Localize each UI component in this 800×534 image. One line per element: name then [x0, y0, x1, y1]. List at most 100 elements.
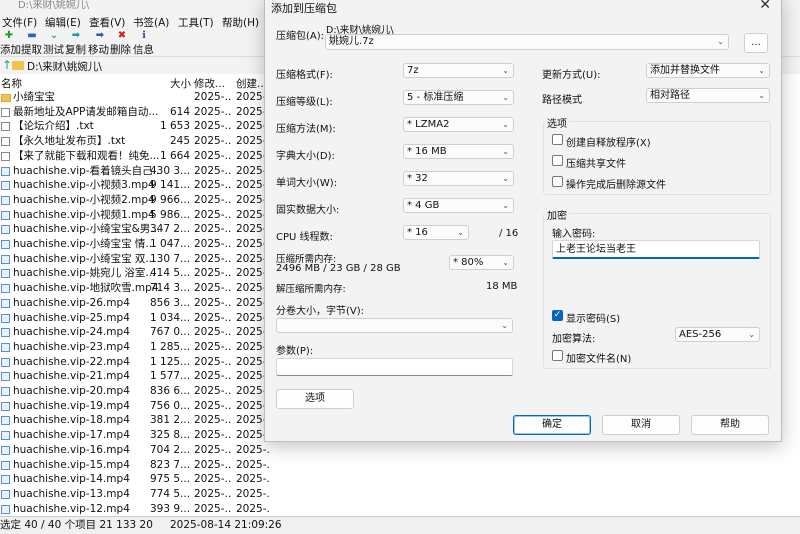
file-name: 【永久地址发布页】.txt [13, 135, 126, 148]
chevron-down-icon: ⌄ [457, 228, 464, 237]
add-to-archive-dialog: 添加到压缩包 ✕ 压缩包(A): D:\来财\姚婉儿\ 姚婉儿.7z ⌄ ...… [264, 0, 782, 442]
menu-edit[interactable]: 编辑(E) [45, 15, 81, 30]
menu-file[interactable]: 文件(F) [2, 15, 37, 30]
file-row[interactable]: 小绮宝宝2025-...2025-... [0, 90, 270, 105]
file-size: 325 8... [150, 429, 190, 442]
params-input[interactable] [276, 358, 513, 376]
file-size: 756 0... [150, 399, 190, 412]
file-name: huachishe.vip-18.mp4 [13, 414, 130, 427]
pathmode-label: 路径模式 [542, 95, 582, 106]
file-row[interactable]: huachishe.vip-小视频1.mp4 5 986... 2025-... 20… [0, 208, 270, 223]
method-combo[interactable]: * LZMA2 ⌄ [403, 117, 514, 132]
file-row[interactable]: huachishe.vip-23.mp4 1 285... 2025-... 2025… [0, 340, 270, 355]
file-size: 9 966... [150, 193, 190, 206]
info-label: 信息 [133, 44, 154, 56]
file-row[interactable]: huachishe.vip-26.mp4 856 3... 2025-... 2025… [0, 296, 270, 311]
file-row[interactable]: huachishe.vip-17.mp4 325 8... 2025-... 2025… [0, 428, 270, 443]
options-button[interactable]: 选项 [276, 389, 354, 409]
file-row[interactable]: huachishe.vip-小视频3.mp4 9 141... 2025-... 20… [0, 178, 270, 193]
chevron-down-icon: ⌄ [502, 201, 509, 210]
file-row[interactable]: 【论坛介绍】.txt1 6532025-...2025-... [0, 119, 270, 134]
encrypt-names-checkbox[interactable] [552, 350, 563, 361]
file-row[interactable]: huachishe.vip-14.mp4 975 5... 2025-... 2025… [0, 472, 270, 487]
file-row[interactable]: huachishe.vip-12.mp4 393 9... 2025-... 2025… [0, 502, 270, 516]
cpu-combo[interactable]: * 16 ⌄ [403, 225, 469, 240]
file-row[interactable]: huachishe.vip-13.mp4 774 5... 2025-... 2025… [0, 487, 270, 502]
file-size: 245 [169, 135, 190, 148]
file-row[interactable]: huachishe.vip-20.mp4 836 6... 2025-... 2025… [0, 384, 270, 399]
file-name: huachishe.vip-15.mp4 [13, 458, 130, 471]
file-row[interactable]: huachishe.vip-地狱吹雪.mp4 714 3... 2025-... 20… [0, 281, 270, 296]
up-folder-icon[interactable]: ↑ [2, 58, 12, 72]
file-name: huachishe.vip-小绮宝宝 双... [13, 252, 156, 265]
file-row[interactable]: huachishe.vip-15.mp4 823 7... 2025-... 2025… [0, 458, 270, 473]
mem-comp-value: 2496 MB / 23 GB / 28 GB [276, 263, 401, 274]
file-name: huachishe.vip-小视频1.mp4 [13, 208, 155, 221]
file-row[interactable]: 【来了就能下载和观看！纯免...1 6642025-...2025-... [0, 149, 270, 164]
col-modified[interactable]: 修改... [194, 76, 225, 91]
file-name: 【来了就能下载和观看！纯免... [13, 149, 159, 162]
file-row[interactable]: 【永久地址发布页】.txt2452025-...2025-... [0, 134, 270, 149]
file-row[interactable]: huachishe.vip-21.mp4 1 577... 2025-... 2025… [0, 369, 270, 384]
file-row[interactable]: huachishe.vip-19.mp4 756 0... 2025-... 2025… [0, 399, 270, 414]
file-modified: 2025-... [194, 120, 232, 133]
show-password-checkbox[interactable]: ✓ [552, 310, 563, 321]
menu-help[interactable]: 帮助(H) [222, 15, 259, 30]
archive-name-combo[interactable]: 姚婉儿.7z ⌄ [325, 34, 729, 50]
file-row[interactable]: huachishe.vip-姚宛儿 浴室... 414 5... 2025-... 2… [0, 266, 270, 281]
format-combo[interactable]: 7z ⌄ [403, 63, 514, 78]
col-created[interactable]: 创建... [236, 76, 267, 91]
cancel-button[interactable]: 取消 [602, 415, 680, 435]
mem-percent-combo[interactable]: * 80% ⌄ [449, 255, 514, 270]
video-file-icon [1, 475, 10, 485]
file-size: 614 [169, 105, 190, 118]
archive-name-value: 姚婉儿.7z [329, 36, 374, 47]
password-input[interactable]: 上老王论坛当老王 [552, 240, 760, 259]
close-icon[interactable]: ✕ [759, 0, 771, 13]
file-row[interactable]: huachishe.vip-25.mp4 1 034... 2025-... 2025… [0, 311, 270, 326]
col-name[interactable]: 名称 [1, 76, 22, 91]
file-row[interactable]: huachishe.vip-小绮宝宝&男... 347 2... 2025-... 2… [0, 222, 270, 237]
menu-view[interactable]: 查看(V) [89, 15, 125, 30]
file-name: huachishe.vip-12.mp4 [13, 502, 130, 515]
file-size: 1 285... [150, 340, 190, 353]
level-label: 压缩等级(L): [276, 97, 333, 108]
file-row[interactable]: huachishe.vip-小绮宝宝 情... 1 047... 2025-... 2… [0, 237, 270, 252]
video-file-icon [1, 445, 10, 455]
enc-method-combo[interactable]: AES-256 ⌄ [675, 327, 760, 342]
shared-checkbox[interactable] [552, 155, 563, 166]
extract-label: 提取 [21, 44, 42, 56]
level-combo[interactable]: 5 - 标准压缩 ⌄ [403, 90, 514, 105]
update-combo[interactable]: 添加并替换文件 ⌄ [646, 63, 770, 78]
file-row[interactable]: huachishe.vip-16.mp4 704 2... 2025-... 2025… [0, 443, 270, 458]
video-file-icon [1, 210, 10, 220]
delete-after-checkbox[interactable] [552, 176, 563, 187]
video-file-icon [1, 387, 10, 396]
status-datetime: 2025-08-14 21:09:26 [170, 519, 282, 531]
file-row[interactable]: huachishe.vip-24.mp4 767 0... 2025-... 2025… [0, 325, 270, 340]
menu-bookmarks[interactable]: 书签(A) [133, 15, 169, 30]
dict-combo[interactable]: * 16 MB ⌄ [403, 144, 514, 159]
pathmode-combo[interactable]: 相对路径 ⌄ [646, 88, 770, 103]
word-combo[interactable]: * 32 ⌄ [403, 171, 514, 186]
file-row[interactable]: 最新地址及APP请发邮箱自动...6142025-...2025-... [0, 105, 270, 120]
col-size[interactable]: 大小 [170, 76, 191, 91]
file-modified: 2025-... [194, 296, 232, 309]
file-row[interactable]: huachishe.vip-18.mp4 381 2... 2025-... 2025… [0, 413, 270, 428]
menu-tools[interactable]: 工具(T) [178, 15, 214, 30]
video-file-icon [1, 431, 10, 441]
file-row[interactable]: huachishe.vip-22.mp4 1 125... 2025-... 2025… [0, 355, 270, 370]
ok-button[interactable]: 确定 [513, 415, 591, 435]
browse-button[interactable]: ... [744, 33, 768, 53]
file-row[interactable]: huachishe.vip-看着镜头自己... 430 3... 2025-... 2… [0, 164, 270, 179]
file-modified: 2025-... [194, 443, 232, 456]
solid-combo[interactable]: * 4 GB ⌄ [403, 198, 514, 213]
file-row[interactable]: huachishe.vip-小视频2.mp4 9 966... 2025-... 20… [0, 193, 270, 208]
chevron-down-icon: ⌄ [758, 91, 765, 100]
file-row[interactable]: huachishe.vip-小绮宝宝 双... 130 7... 2025-... 2… [0, 252, 270, 267]
split-combo[interactable]: ⌄ [276, 318, 513, 333]
path-input[interactable]: D:\来财\姚婉儿\ [27, 59, 102, 74]
solid-label: 固实数据大小: [276, 205, 340, 216]
sfx-checkbox[interactable] [552, 134, 563, 145]
help-button[interactable]: 帮助 [691, 415, 769, 435]
